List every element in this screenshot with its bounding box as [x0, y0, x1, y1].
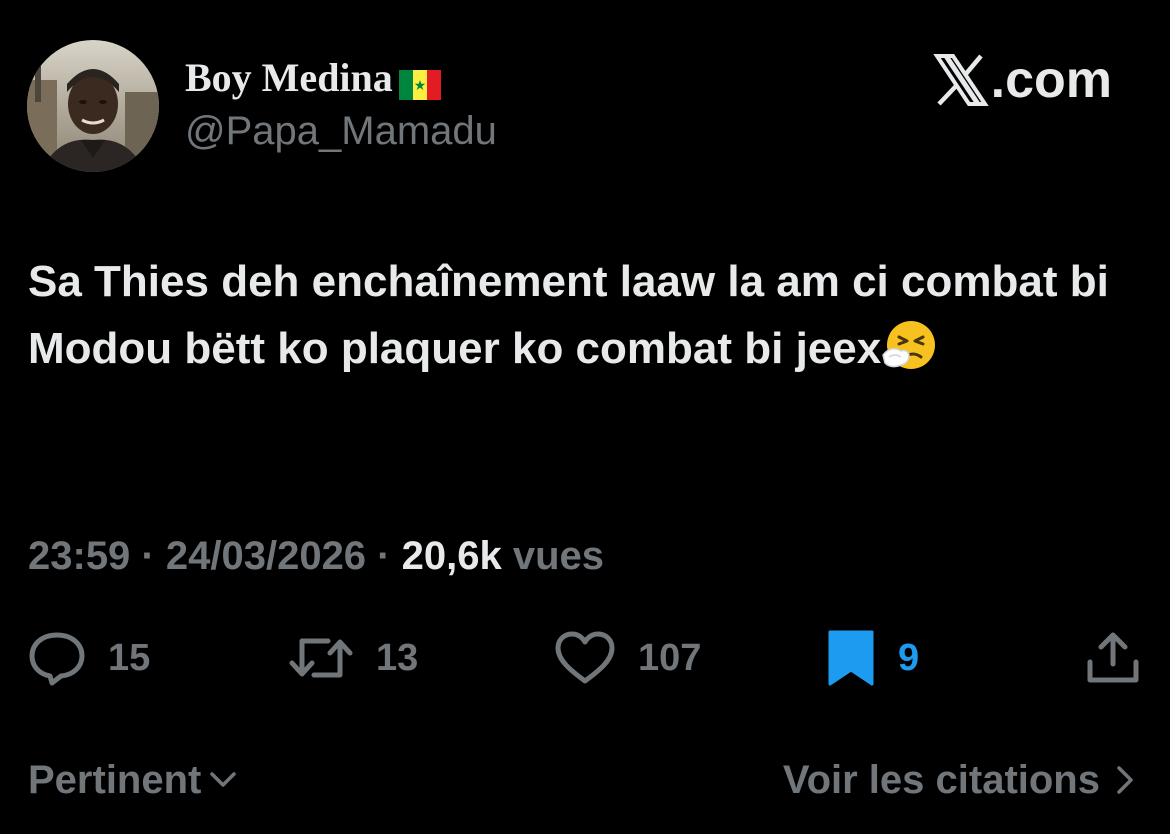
tweet-date[interactable]: 24/03/2026	[166, 534, 366, 578]
chevron-down-icon	[210, 772, 237, 787]
share-icon	[1087, 632, 1139, 683]
tweet-text: Sa Thies deh enchaînement laaw la am ci …	[28, 248, 1138, 382]
quotes-label: Voir les citations	[782, 758, 1100, 802]
tweet-body: Sa Thies deh enchaînement laaw la am ci …	[28, 257, 1109, 373]
views-count: 20,6k	[401, 534, 502, 578]
meta-separator: ·	[366, 534, 402, 578]
avatar-image	[27, 40, 159, 172]
x-com-brand: .com	[932, 50, 1112, 110]
tweet-meta: 23:59 · 24/03/2026 · 20,6k vues	[28, 530, 604, 582]
meta-separator: ·	[130, 534, 166, 578]
bookmark-icon	[828, 630, 874, 686]
reply-button[interactable]: 15	[28, 628, 150, 688]
view-quotes-link[interactable]: Voir les citations	[783, 752, 1134, 808]
author-name[interactable]: Boy Medina	[185, 54, 441, 102]
avatar[interactable]	[27, 40, 159, 172]
reply-icon	[29, 632, 85, 686]
sneezing-face-emoji	[881, 317, 937, 373]
sort-dropdown[interactable]: Pertinent	[28, 752, 237, 808]
brand-domain: .com	[990, 51, 1112, 109]
share-button[interactable]	[1085, 628, 1141, 688]
views-label: vues	[512, 534, 605, 578]
like-count: 107	[638, 636, 702, 679]
sort-label: Pertinent	[28, 758, 202, 802]
bookmark-button[interactable]: 9	[826, 628, 919, 688]
reply-count: 15	[108, 636, 151, 679]
heart-icon	[555, 631, 615, 684]
senegal-flag-icon	[398, 63, 441, 100]
author-display-name: Boy Medina	[185, 55, 393, 100]
repost-count: 13	[376, 636, 419, 679]
x-logo-icon	[932, 54, 989, 106]
repost-button[interactable]: 13	[288, 628, 418, 688]
chevron-right-icon	[1117, 766, 1133, 794]
tweet-time[interactable]: 23:59	[28, 534, 130, 578]
repost-icon	[289, 638, 353, 678]
bookmark-count: 9	[898, 636, 920, 679]
author-handle[interactable]: @Papa_Mamadu	[185, 106, 497, 156]
like-button[interactable]: 107	[554, 628, 701, 688]
